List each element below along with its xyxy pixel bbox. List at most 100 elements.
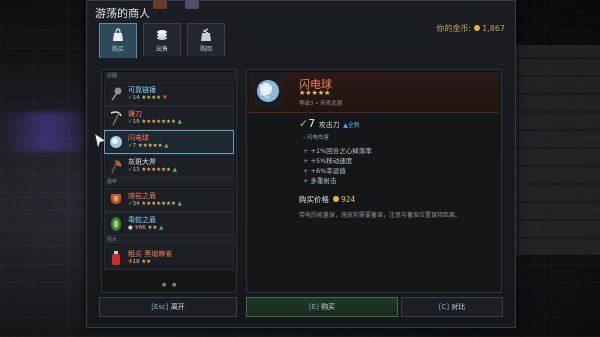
- item-stats: ● ▼66 ★★ ▲: [128, 225, 163, 231]
- gold-coin-icon: [333, 196, 339, 202]
- item-level: 14: [132, 95, 140, 101]
- damage-type: › 闪电伤害: [303, 135, 329, 141]
- pointer-cursor-icon: [95, 134, 107, 148]
- detail-stars: ★★★★★: [299, 89, 331, 97]
- trend-up-icon: ▲: [159, 225, 164, 231]
- list-item-lava-shield[interactable]: 熔岩之盾 ✓34 ★★★★★★★ ▲: [104, 188, 234, 212]
- item-stars: ★★★★: [141, 95, 162, 101]
- item-stats: ✓14 ★★★★ ▼: [128, 95, 167, 101]
- bonus-line: +1%回合之心掉落率: [303, 146, 372, 156]
- stone-wall-right: [508, 45, 600, 255]
- leave-button[interactable]: [Esc] 离开: [99, 297, 237, 317]
- attack-value: 7: [308, 117, 316, 130]
- bonus-line: +6%幸运值: [303, 166, 372, 176]
- item-description: 带电的能量球，施放前需要蓄准，注意与蓄准位置保持距离。: [299, 212, 462, 219]
- leave-key: [Esc]: [151, 303, 169, 311]
- attack-compare: ▲全新: [343, 122, 360, 129]
- item-stats: ✓19 ★★★★★★★ ▲: [128, 119, 182, 125]
- magic-streak-effect: [0, 112, 95, 152]
- player-gold: 你的金币: 1,867: [436, 23, 505, 34]
- merchant-window: 游荡的商人 你的金币: 1,867 购买 出售 购回 武器 可靠链锤 ✓14 ★…: [86, 0, 516, 328]
- tab-buy[interactable]: 购买: [99, 23, 137, 58]
- item-stats: ✓7 ★★★★★ ▲: [128, 143, 169, 149]
- item-name: 灰斑大斧: [128, 158, 156, 166]
- item-list: 武器 可靠链锤 ✓14 ★★★★ ▼ 镰刀 ✓19 ★★★★★★★ ▲ 闪电球 …: [95, 69, 237, 293]
- item-stars: ★★★★★: [137, 143, 163, 149]
- lightning-orb-icon: [110, 136, 122, 148]
- item-stats: ✓34 ★★★★★★★ ▲: [128, 201, 182, 207]
- portrait-2: [185, 0, 199, 9]
- portrait-1: [153, 0, 167, 9]
- gold-label: 你的金币:: [436, 24, 472, 33]
- gold-coin-icon: [474, 25, 481, 31]
- item-stats: ✚18 ★★: [128, 259, 151, 265]
- trend-down-icon: ▼: [162, 95, 168, 101]
- compare-key: [C]: [438, 303, 450, 311]
- chain-flail-icon: [111, 87, 122, 101]
- section-potions: 药水: [104, 236, 235, 245]
- bag-icon: [113, 28, 123, 41]
- tab-buyback[interactable]: 购回: [187, 23, 225, 56]
- item-level: 34: [132, 201, 140, 207]
- buy-label: 购买: [321, 303, 336, 311]
- buy-key: [E]: [308, 303, 319, 311]
- list-item-chain-flail[interactable]: 可靠链锤 ✓14 ★★★★ ▼: [104, 82, 234, 106]
- lava-shield-icon: [111, 194, 121, 204]
- egg-icon: ●: [128, 225, 133, 231]
- check-icon: ✓: [299, 117, 309, 130]
- list-item-great-axe[interactable]: 灰斑大斧 ✓13 ★★★★★★ ▲: [104, 154, 234, 178]
- item-level: 18: [132, 259, 140, 265]
- list-item-viper-shield[interactable]: 毒蛇之盾 ● ▼66 ★★ ▲: [104, 212, 234, 236]
- section-weapons: 武器: [104, 72, 235, 81]
- item-level: 7: [132, 143, 137, 149]
- party-portraits: [153, 0, 209, 11]
- item-stats: ✓13 ★★★★★★ ▲: [128, 167, 177, 173]
- item-name: 毒蛇之盾: [128, 216, 156, 224]
- item-level: 13: [132, 167, 140, 173]
- item-stars: ★★: [147, 225, 158, 231]
- item-name: 熔岩之盾: [128, 192, 156, 200]
- leave-label: 离开: [170, 303, 185, 311]
- list-item-potion[interactable]: 粗劣 黑缎麻雀 ✚18 ★★: [104, 246, 234, 270]
- item-level: 19: [132, 119, 140, 125]
- page-indicator[interactable]: ● ●: [162, 282, 178, 288]
- purchase-price: 购买价格 924: [299, 194, 355, 205]
- list-item-scythe[interactable]: 镰刀 ✓19 ★★★★★★★ ▲: [104, 106, 234, 130]
- bonus-list: +1%回合之心掉落率 +5%移动速度 +6%幸运值 多重射击: [303, 146, 372, 186]
- item-stars: ★★★★★★: [141, 167, 171, 173]
- item-name: 镰刀: [128, 110, 142, 118]
- buyback-icon: [201, 28, 211, 41]
- trend-up-icon: ▲: [177, 201, 182, 207]
- section-armor: 装甲: [104, 178, 235, 187]
- detail-header: 闪电球 ★★★★★ 等级3 • 传奇武器: [249, 72, 499, 113]
- compare-label: 对比: [451, 303, 466, 311]
- lightning-orb-icon: [253, 74, 283, 108]
- list-item-lightning-orb[interactable]: 闪电球 ✓7 ★★★★★ ▲: [95, 130, 234, 154]
- viper-shield-icon: [111, 217, 121, 231]
- coins-icon: [157, 30, 167, 40]
- great-axe-icon: [111, 160, 122, 174]
- trend-up-icon: ▲: [172, 167, 177, 173]
- tab-buy-label: 购买: [111, 46, 124, 53]
- trend-up-icon: ▲: [177, 119, 182, 125]
- buy-button[interactable]: [E] 购买: [246, 297, 398, 317]
- item-stars: ★★★★★★★: [141, 201, 176, 207]
- item-detail-panel: 闪电球 ★★★★★ 等级3 • 传奇武器 ✓7 攻击力 ▲全新 › 闪电伤害 +…: [246, 69, 502, 293]
- item-stars: ★★: [141, 259, 152, 265]
- gold-amount: 1,867: [482, 24, 505, 33]
- item-name: 闪电球: [128, 134, 149, 142]
- price-amount: 924: [341, 195, 356, 204]
- item-level: 66: [138, 225, 146, 231]
- potion-icon: [112, 251, 120, 265]
- bonus-line: +5%移动速度: [303, 156, 372, 166]
- item-name: 粗劣 黑缎麻雀: [128, 250, 173, 258]
- window-title: 游荡的商人: [95, 7, 150, 20]
- compare-button[interactable]: [C] 对比: [401, 297, 503, 317]
- tab-sell[interactable]: 出售: [143, 23, 181, 56]
- attack-label: 攻击力: [318, 121, 340, 129]
- attack-stat: ✓7 攻击力 ▲全新: [299, 117, 360, 130]
- tab-buyback-label: 购回: [199, 46, 212, 53]
- bonus-line: 多重射击: [303, 176, 372, 186]
- detail-subtitle: 等级3 • 传奇武器: [299, 101, 343, 107]
- trend-up-icon: ▲: [164, 143, 169, 149]
